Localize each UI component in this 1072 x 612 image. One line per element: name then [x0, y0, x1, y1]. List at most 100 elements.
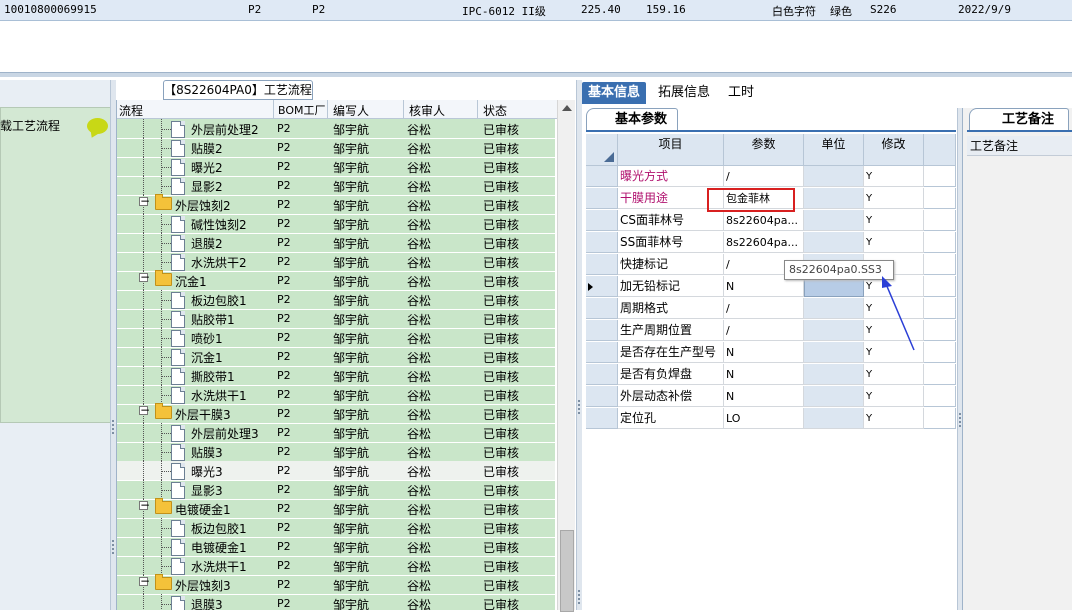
param-modify[interactable]: Y	[864, 188, 924, 209]
param-value[interactable]: N	[724, 386, 804, 407]
tab-work-hours[interactable]: 工时	[722, 82, 760, 104]
tree-row[interactable]: 碱性蚀刻2 P2 邹宇航 谷松 已审核	[117, 214, 555, 234]
tree-row[interactable]: 沉金1 P2 邹宇航 谷松 已审核	[117, 347, 555, 367]
param-modify[interactable]: Y	[864, 386, 924, 407]
param-value[interactable]: 8s22604pa...	[724, 232, 804, 253]
params-row[interactable]: 曝光方式 / Y	[586, 166, 956, 188]
tree-row[interactable]: − 电镀硬金1 P2 邹宇航 谷松 已审核	[117, 498, 555, 519]
tree-row[interactable]: 显影3 P2 邹宇航 谷松 已审核	[117, 480, 555, 500]
param-unit[interactable]	[804, 298, 864, 319]
param-item[interactable]: 是否存在生产型号	[618, 342, 724, 363]
param-unit[interactable]	[804, 188, 864, 209]
tree-row[interactable]: 退膜3 P2 邹宇航 谷松 已审核	[117, 594, 555, 610]
param-item[interactable]: 干膜用途	[618, 188, 724, 209]
process-tree-body[interactable]: 外层前处理2 P2 邹宇航 谷松 已审核 贴膜2 P2 邹宇航 谷松 已审核 曝光2 P2 邹宇航 谷松已…	[117, 119, 555, 610]
col-header-bom[interactable]: BOM工厂	[278, 102, 326, 118]
param-modify[interactable]: Y	[864, 408, 924, 429]
process-tree-scrollbar[interactable]	[557, 100, 575, 612]
param-item[interactable]: SS面菲林号	[618, 232, 724, 253]
col-header-flow[interactable]: 流程	[119, 102, 143, 119]
speech-bubble-icon[interactable]	[87, 118, 108, 134]
collapse-toggle-icon[interactable]: −	[139, 271, 150, 283]
param-value[interactable]: 包金菲林	[724, 188, 804, 209]
tree-row[interactable]: 板边包胶1 P2 邹宇航 谷松 已审核	[117, 518, 555, 538]
tree-row[interactable]: − 沉金1 P2 邹宇航 谷松 已审核	[117, 270, 555, 291]
params-row[interactable]: SS面菲林号 8s22604pa... Y	[586, 232, 956, 254]
param-item[interactable]: 曝光方式	[618, 166, 724, 187]
param-unit[interactable]	[804, 364, 864, 385]
tree-row[interactable]: 喷砂1 P2 邹宇航 谷松 已审核	[117, 328, 555, 348]
tab-process-notes[interactable]: 工艺备注	[969, 108, 1069, 130]
param-item[interactable]: 快捷标记	[618, 254, 724, 275]
param-unit[interactable]	[804, 232, 864, 253]
param-modify[interactable]: Y	[864, 364, 924, 385]
top-info-row[interactable]: 10010800069915 P2 P2 IPC-6012 II级 225.40…	[0, 0, 1072, 21]
collapse-toggle-icon[interactable]: −	[139, 499, 150, 511]
tree-row[interactable]: 曝光2 P2 邹宇航 谷松 已审核	[117, 157, 555, 177]
param-unit[interactable]	[804, 386, 864, 407]
scroll-thumb[interactable]	[560, 530, 574, 612]
subtab-basic-params[interactable]: 基本参数	[586, 108, 678, 130]
params-row[interactable]: 干膜用途 包金菲林 Y	[586, 188, 956, 210]
tree-row[interactable]: 外层前处理3 P2 邹宇航 谷松 已审核	[117, 423, 555, 443]
param-item[interactable]: CS面菲林号	[618, 210, 724, 231]
col-header-reviewer[interactable]: 核审人	[409, 102, 445, 119]
param-unit[interactable]	[804, 320, 864, 341]
params-row[interactable]: 外层动态补偿 N Y	[586, 386, 956, 408]
param-unit[interactable]	[804, 166, 864, 187]
param-value[interactable]: /	[724, 166, 804, 187]
scroll-up-arrow-icon[interactable]	[562, 105, 572, 111]
param-value[interactable]: /	[724, 298, 804, 319]
param-unit[interactable]	[804, 408, 864, 429]
param-unit[interactable]	[804, 210, 864, 231]
tree-row[interactable]: − 外层蚀刻3 P2 邹宇航 谷松 已审核	[117, 574, 555, 595]
grid-header-param[interactable]: 参数	[724, 134, 804, 166]
param-value[interactable]: LO	[724, 408, 804, 429]
param-item[interactable]: 生产周期位置	[618, 320, 724, 341]
param-value[interactable]: 8s22604pa...	[724, 210, 804, 231]
tree-row[interactable]: 退膜2 P2 邹宇航 谷松 已审核	[117, 233, 555, 253]
param-item[interactable]: 周期格式	[618, 298, 724, 319]
tab-basic-info[interactable]: 基本信息	[582, 82, 647, 104]
params-row[interactable]: CS面菲林号 8s22604pa... Y	[586, 210, 956, 232]
tree-row[interactable]: 水洗烘干2 P2 邹宇航 谷松 已审核	[117, 252, 555, 272]
param-value[interactable]: N	[724, 364, 804, 385]
tree-row[interactable]: 曝光3 P2 邹宇航 谷松 已审核	[117, 461, 555, 481]
tree-row[interactable]: − 外层干膜3 P2 邹宇航 谷松 已审核	[117, 403, 555, 424]
param-value[interactable]: N	[724, 342, 804, 363]
params-row[interactable]: 是否有负焊盘 N Y	[586, 364, 956, 386]
grid-header-item[interactable]: 项目	[618, 134, 724, 166]
tree-row[interactable]: 撕胶带1 P2 邹宇航 谷松 已审核	[117, 366, 555, 386]
params-row[interactable]: 定位孔 LO Y	[586, 408, 956, 430]
tree-row[interactable]: 贴胶带1 P2 邹宇航 谷松 已审核	[117, 309, 555, 329]
horizontal-splitter[interactable]	[0, 72, 1072, 77]
tree-row[interactable]: 水洗烘干1 P2 邹宇航 谷松 已审核	[117, 385, 555, 405]
tree-row[interactable]: − 外层蚀刻2 P2 邹宇航 谷松 已审核	[117, 194, 555, 215]
param-item[interactable]: 外层动态补偿	[618, 386, 724, 407]
tree-row[interactable]: 外层前处理2 P2 邹宇航 谷松 已审核	[117, 119, 555, 139]
tree-row[interactable]: 贴膜2 P2 邹宇航 谷松 已审核	[117, 138, 555, 158]
param-item[interactable]: 加无铅标记	[618, 276, 724, 297]
collapse-toggle-icon[interactable]: −	[139, 404, 150, 416]
middle-splitter[interactable]	[576, 80, 582, 610]
param-modify[interactable]: Y	[864, 210, 924, 231]
param-modify[interactable]: Y	[864, 232, 924, 253]
grid-header-unit[interactable]: 单位	[804, 134, 864, 166]
param-item[interactable]: 定位孔	[618, 408, 724, 429]
load-process-link[interactable]: 载工艺流程	[0, 117, 60, 134]
tree-row[interactable]: 水洗烘干1 P2 邹宇航 谷松 已审核	[117, 556, 555, 576]
col-header-status[interactable]: 状态	[483, 102, 507, 119]
param-modify[interactable]: Y	[864, 166, 924, 187]
param-item[interactable]: 是否有负焊盘	[618, 364, 724, 385]
process-title-tab[interactable]: 【8S22604PA0】工艺流程	[163, 80, 313, 100]
tree-row[interactable]: 板边包胶1 P2 邹宇航 谷松 已审核	[117, 290, 555, 310]
tab-extended-info[interactable]: 拓展信息	[652, 82, 716, 104]
col-header-writer[interactable]: 编写人	[333, 102, 369, 119]
collapse-toggle-icon[interactable]: −	[139, 195, 150, 207]
collapse-toggle-icon[interactable]: −	[139, 575, 150, 587]
tree-row[interactable]: 显影2 P2 邹宇航 谷松 已审核	[117, 176, 555, 196]
tree-row[interactable]: 电镀硬金1 P2 邹宇航 谷松 已审核	[117, 537, 555, 557]
grid-header-modify[interactable]: 修改	[864, 134, 924, 166]
param-value[interactable]: /	[724, 320, 804, 341]
param-unit[interactable]	[804, 342, 864, 363]
